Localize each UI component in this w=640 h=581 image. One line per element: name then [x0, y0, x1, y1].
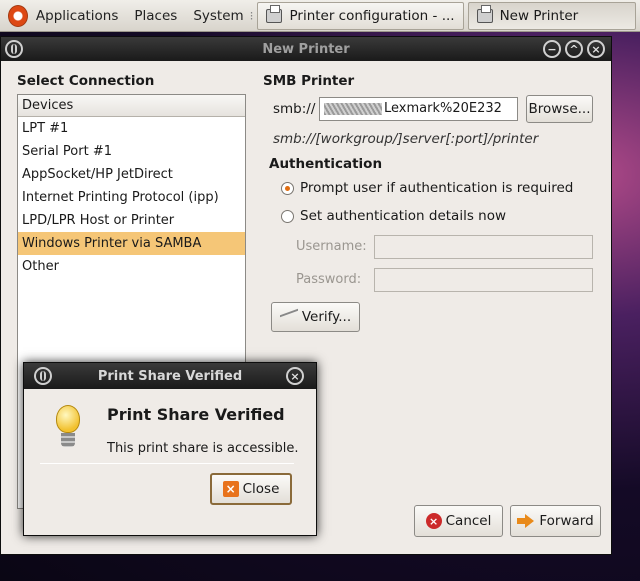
radio-set-details[interactable]	[281, 210, 294, 223]
window-titlebar[interactable]: New Printer − ^ ×	[1, 37, 611, 61]
dialog-heading: Print Share Verified	[107, 405, 285, 424]
top-panel: Applications Places System ⁝ Printer con…	[0, 0, 640, 32]
forward-label: Forward	[539, 513, 594, 529]
cancel-button[interactable]: × Cancel	[414, 505, 503, 537]
dialog-title: Print Share Verified	[97, 368, 243, 384]
verify-button[interactable]: Verify...	[271, 302, 360, 332]
task-new-printer[interactable]: New Printer	[467, 1, 636, 30]
close-label: Close	[242, 481, 280, 497]
password-input[interactable]	[374, 268, 593, 292]
printer-icon	[266, 4, 283, 23]
dialog-close-icon[interactable]: ×	[286, 367, 304, 385]
ubuntu-logo-icon[interactable]	[8, 4, 28, 27]
redacted-text	[324, 102, 382, 115]
dialog-message: This print share is accessible.	[107, 441, 299, 456]
list-header-devices[interactable]: Devices	[18, 95, 245, 117]
radio-prompt-label[interactable]: Prompt user if authentication is require…	[300, 180, 573, 196]
bulb-base	[61, 433, 75, 447]
browse-button[interactable]: Browse...	[526, 95, 593, 123]
radio-prompt-user[interactable]	[281, 182, 294, 195]
panel-separator: ⁝	[249, 8, 254, 23]
close-button[interactable]: × Close	[210, 473, 292, 505]
verify-label: Verify...	[301, 309, 352, 325]
task-label: Printer configuration - ...	[289, 7, 455, 24]
list-item[interactable]: Internet Printing Protocol (ipp)	[18, 186, 245, 209]
task-label: New Printer	[499, 7, 579, 24]
forward-button[interactable]: Forward	[510, 505, 601, 537]
verify-icon	[279, 308, 298, 326]
password-label: Password:	[296, 272, 362, 287]
lightbulb-icon	[52, 405, 84, 453]
maximize-icon[interactable]: ^	[565, 40, 583, 58]
list-item[interactable]: LPD/LPR Host or Printer	[18, 209, 245, 232]
close-icon[interactable]: ×	[587, 40, 605, 58]
list-item[interactable]: AppSocket/HP JetDirect	[18, 163, 245, 186]
forward-arrow-icon	[517, 514, 535, 528]
list-item[interactable]: LPT #1	[18, 117, 245, 140]
cancel-icon: ×	[425, 513, 442, 529]
printer-icon	[476, 4, 493, 23]
cancel-label: Cancel	[445, 513, 492, 529]
menu-applications[interactable]: Applications	[36, 8, 118, 24]
select-connection-heading: Select Connection	[17, 73, 155, 89]
task-printer-configuration[interactable]: Printer configuration - ...	[257, 1, 464, 30]
dialog-separator	[40, 463, 294, 464]
radio-set-label[interactable]: Set authentication details now	[300, 208, 506, 224]
dialog-titlebar[interactable]: Print Share Verified ×	[24, 363, 316, 389]
authentication-heading: Authentication	[269, 156, 383, 172]
close-x-icon: ×	[222, 481, 239, 497]
print-share-verified-dialog: Print Share Verified × Print Share Verif…	[23, 362, 317, 536]
smb-uri-input[interactable]: Lexmark%20E232	[319, 97, 518, 121]
list-item-selected[interactable]: Windows Printer via SAMBA	[18, 232, 245, 255]
minimize-icon[interactable]: −	[543, 40, 561, 58]
list-item[interactable]: Serial Port #1	[18, 140, 245, 163]
menu-system[interactable]: System	[193, 8, 243, 24]
bulb-glass	[56, 405, 80, 433]
smb-prefix-label: smb://	[273, 101, 316, 117]
smb-format-hint: smb://[workgroup/]server[:port]/printer	[273, 131, 539, 147]
smb-uri-value: Lexmark%20E232	[384, 101, 502, 116]
username-label: Username:	[296, 239, 367, 254]
username-input[interactable]	[374, 235, 593, 259]
browse-label: Browse...	[528, 101, 591, 117]
smb-printer-heading: SMB Printer	[263, 73, 355, 89]
list-item[interactable]: Other	[18, 255, 245, 278]
menu-places[interactable]: Places	[134, 8, 177, 24]
window-title: New Printer	[262, 41, 350, 57]
